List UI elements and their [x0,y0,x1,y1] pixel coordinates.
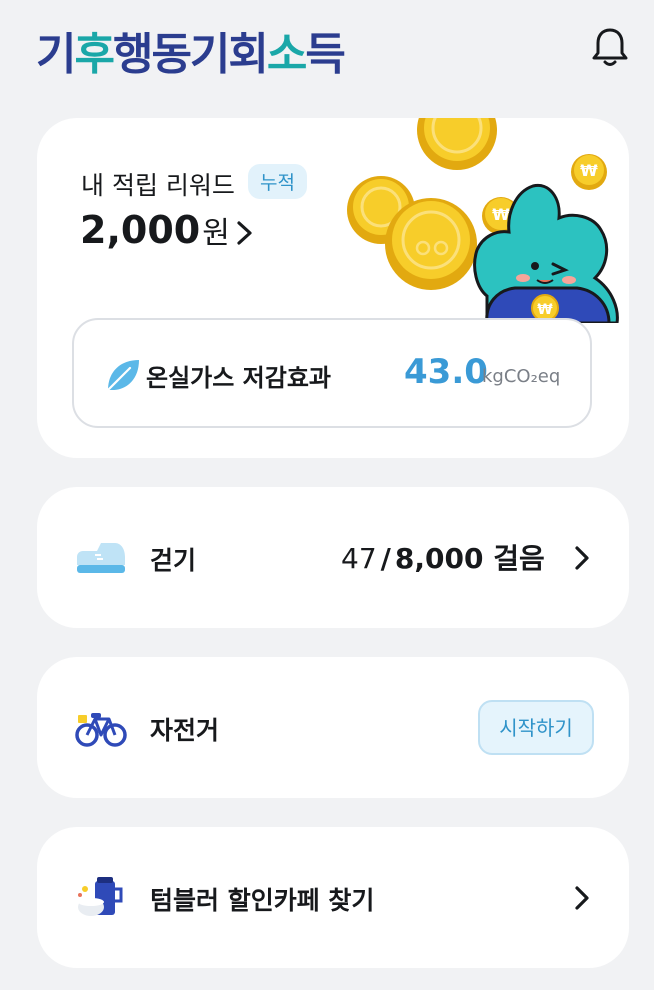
tumbler-cup-icon [78,877,123,916]
bicycle-icon [75,713,127,747]
tumbler-label: 텀블러 할인카페 찾기 [150,886,375,915]
walking-card[interactable]: 걷기 47/8,000 걸음 [37,487,629,628]
tumbler-cafe-card[interactable]: 텀블러 할인카페 찾기 [37,827,629,968]
app-header: 기후행동기회소득 [0,0,654,100]
svg-text:₩: ₩ [580,161,598,180]
chevron-right-icon[interactable] [574,545,590,571]
ghg-unit: kgCO₂eq [482,366,561,387]
cumulative-badge: 누적 [248,164,307,199]
logo-part-5: 득 [305,29,346,80]
reward-amount-unit: 원 [202,216,230,251]
svg-text:₩: ₩ [537,302,553,318]
steps-progress: 47/8,000 걸음 [341,537,545,577]
logo-part-1: 기 [36,29,77,80]
steps-separator: / [380,542,391,575]
ghg-label: 온실가스 저감효과 [146,364,331,392]
leaf-icon [106,360,139,392]
ghg-reduction-box: 온실가스 저감효과 43.0 kgCO₂eq [72,318,592,428]
reward-amount[interactable]: 2,000원 [80,208,230,252]
reward-label: 내 적립 리워드 [81,171,235,200]
coins-mascot-illustration: ₩ ₩ ₩ [347,118,619,323]
chevron-right-icon[interactable] [574,885,590,911]
logo-part-2: 후 [74,29,115,80]
bicycle-label: 자전거 [150,716,220,745]
logo-part-4: 소 [266,29,308,80]
ghg-value: 43.0 [404,352,488,392]
bicycle-card: 자전거 시작하기 [37,657,629,798]
sneaker-icon [77,543,125,573]
bell-icon[interactable] [590,26,630,68]
start-bicycle-button[interactable]: 시작하기 [478,700,594,755]
reward-card: 내 적립 리워드 누적 2,000원 ₩ ₩ ₩ 온실가스 저감효과 43.0 … [37,118,629,458]
chevron-right-icon[interactable] [235,220,255,246]
app-logo: 기후행동기회소득 [36,18,346,82]
reward-amount-value: 2,000 [80,208,201,252]
logo-part-3: 행동기회 [112,29,269,80]
goal-steps: 8,000 걸음 [394,542,545,575]
walking-label: 걷기 [150,546,197,575]
current-steps: 47 [341,542,377,575]
